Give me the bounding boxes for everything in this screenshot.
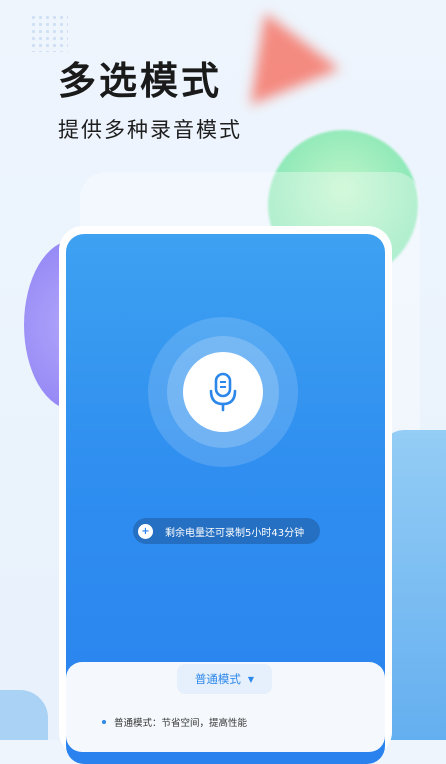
record-button[interactable] <box>183 352 263 432</box>
battery-status-text: 剩余电量还可录制5小时43分钟 <box>165 527 305 539</box>
battery-status: + 剩余电量还可录制5小时43分钟 <box>133 518 320 544</box>
red-triangle-decoration <box>220 0 340 106</box>
page-subtitle: 提供多种录音模式 <box>58 118 242 142</box>
caret-down-icon: ▼ <box>247 674 255 684</box>
bullet-icon <box>102 720 106 724</box>
mode-selector[interactable]: 普通模式 ▼ <box>177 664 272 694</box>
page-title: 多选模式 <box>58 59 223 103</box>
mode-selector-label: 普通模式 <box>194 672 241 686</box>
mode-description: 普通模式：节省空间，提高性能 <box>102 715 247 729</box>
blue-corner-decoration <box>0 690 48 740</box>
dot-grid-decoration <box>30 14 68 52</box>
mode-description-text: 普通模式：节省空间，提高性能 <box>114 718 248 729</box>
microphone-icon <box>209 372 237 412</box>
plus-circle-icon: + <box>138 523 153 539</box>
